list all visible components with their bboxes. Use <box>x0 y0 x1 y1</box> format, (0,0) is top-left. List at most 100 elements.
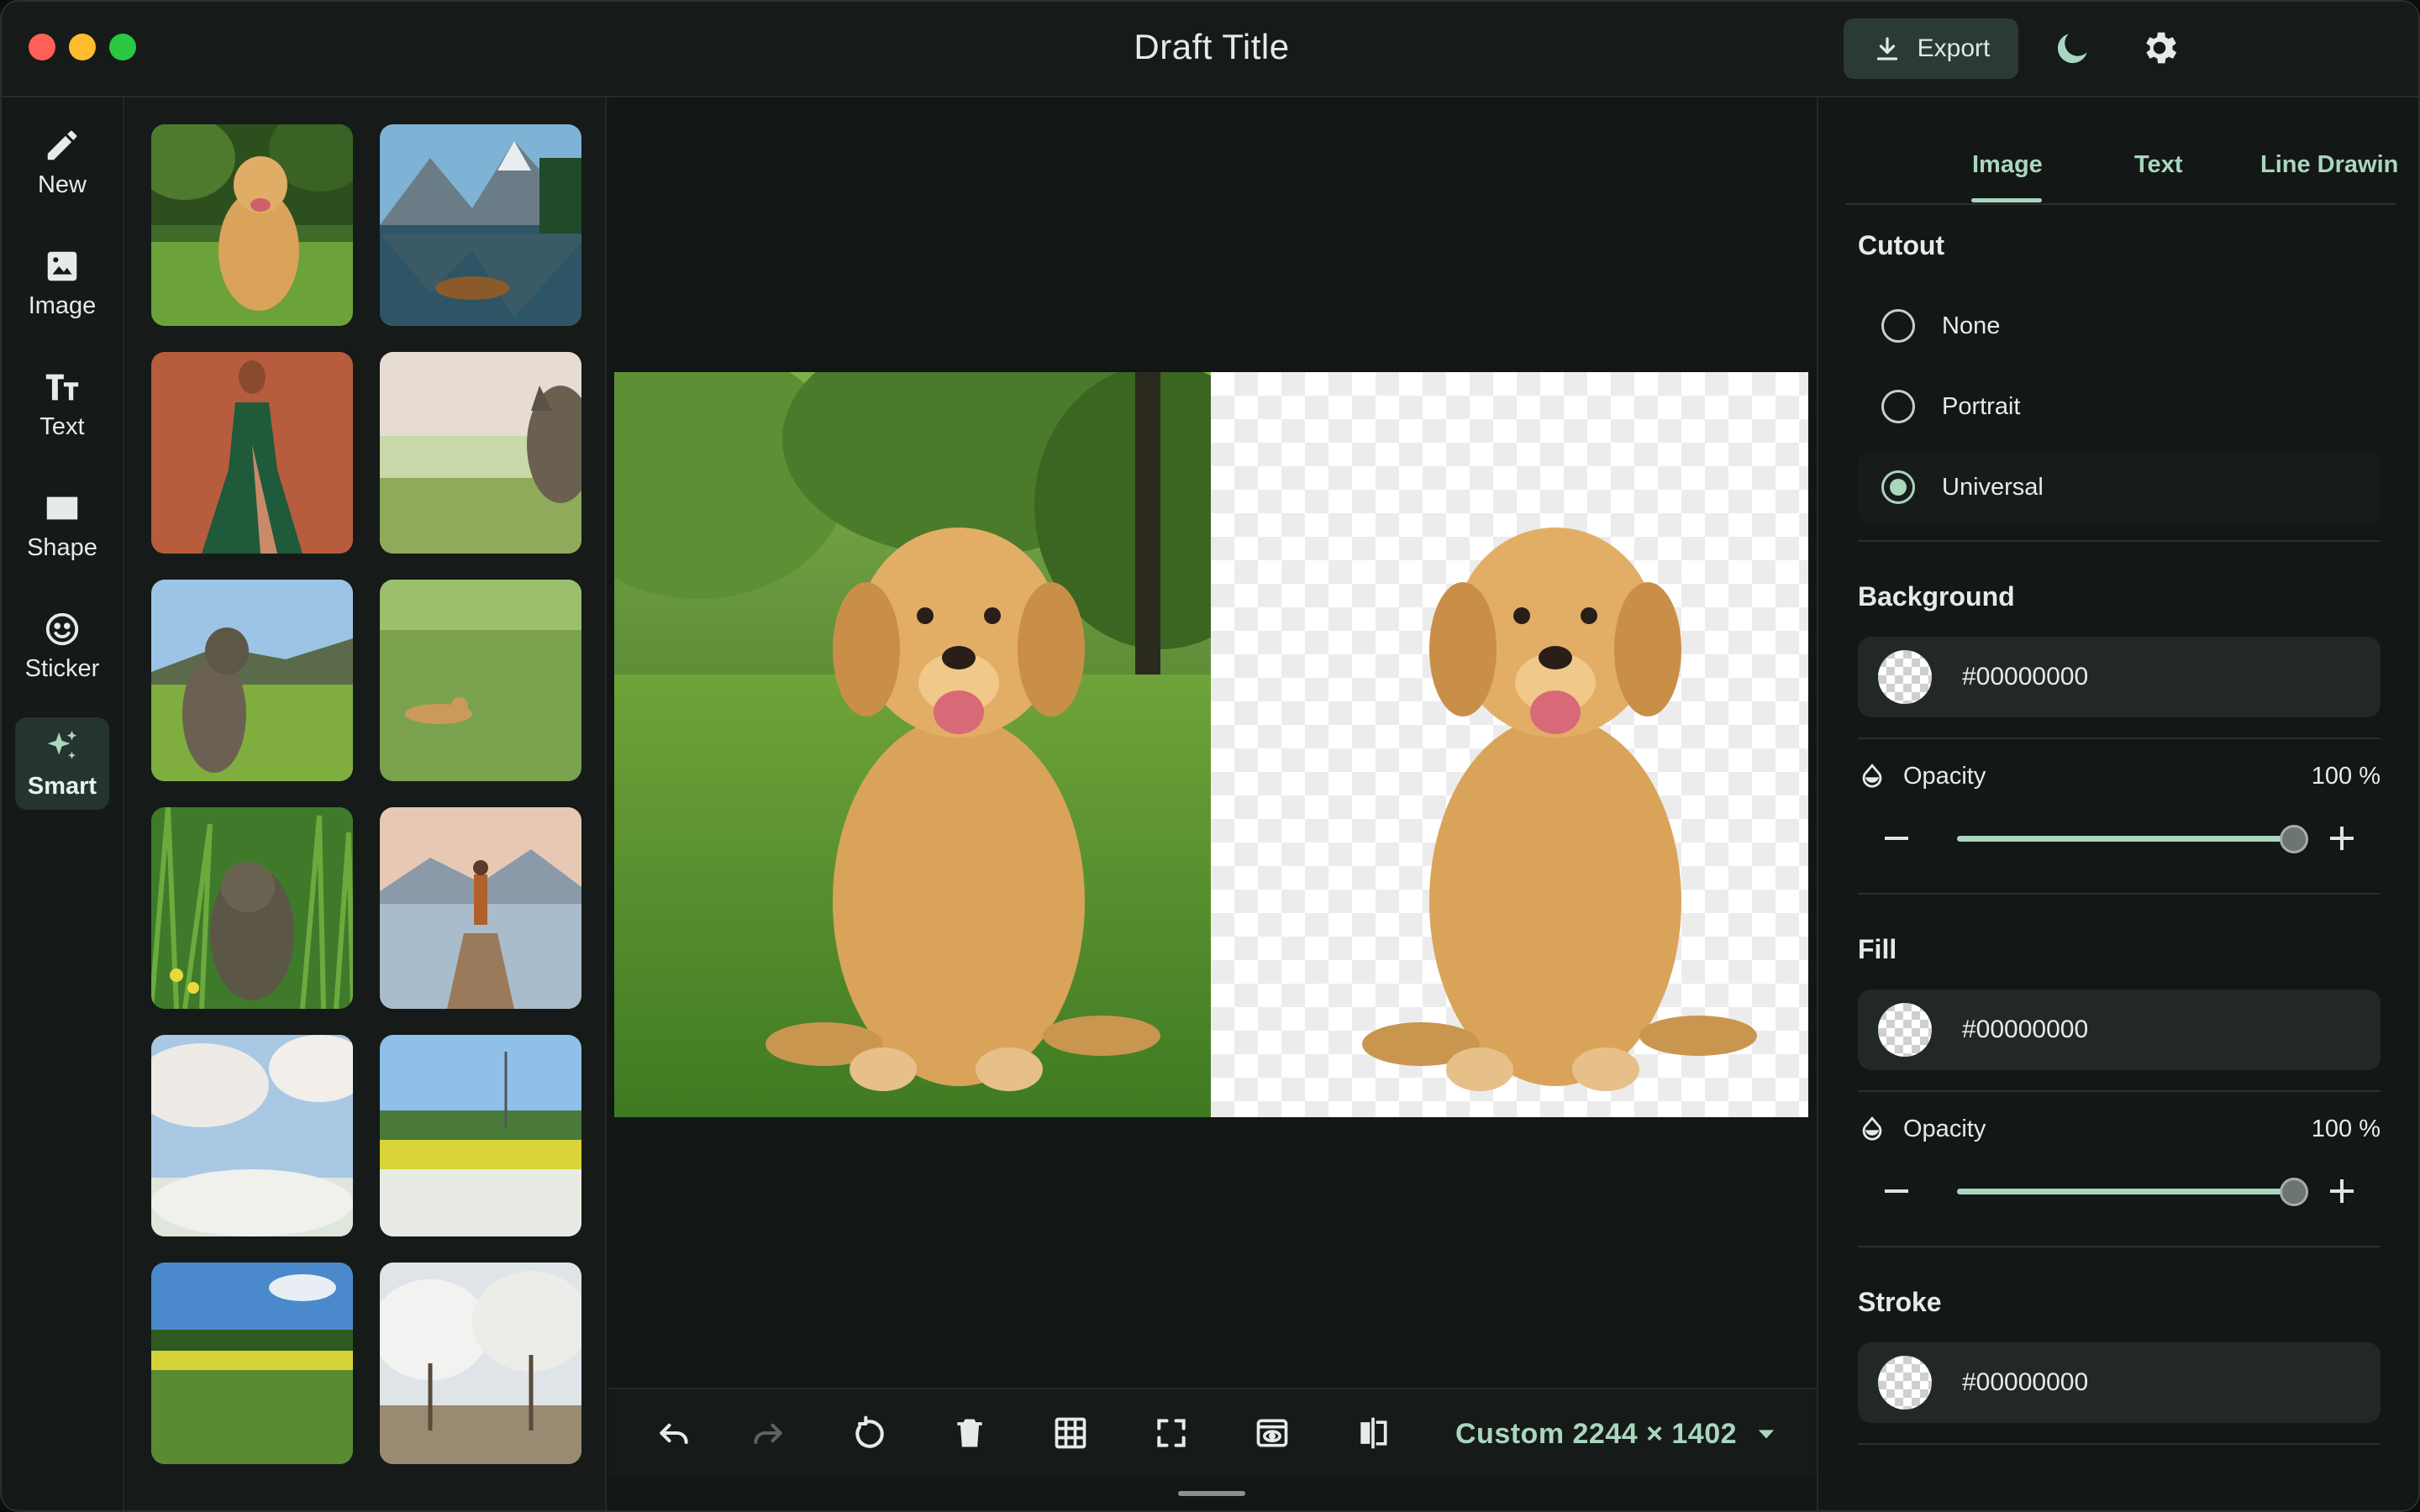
smiley-icon <box>45 612 79 645</box>
thumbnail-cat-profile[interactable] <box>380 352 581 554</box>
stroke-color-field[interactable]: #00000000 <box>1858 1342 2381 1423</box>
droplet-icon <box>1862 764 1882 788</box>
background-color-field[interactable]: #00000000 <box>1858 637 2381 717</box>
preview-icon <box>1256 1419 1288 1447</box>
delete-button[interactable] <box>951 1415 988 1452</box>
app-window: Draft Title Export New Image Text Shape … <box>0 0 2420 1512</box>
section-divider <box>1858 893 2381 895</box>
rail-item-label: Shape <box>27 533 97 561</box>
section-divider <box>1858 1443 2381 1445</box>
fill-color-field[interactable]: #00000000 <box>1858 990 2381 1070</box>
color-swatch[interactable] <box>1878 650 1932 704</box>
rail-item-image[interactable]: Image <box>15 237 109 329</box>
title-bar: Draft Title Export <box>2 2 2418 97</box>
minus-icon[interactable] <box>1876 818 1917 858</box>
section-divider <box>1858 1090 2381 1092</box>
thumbnail-cat-hillside[interactable] <box>151 580 353 781</box>
rail-item-sticker[interactable]: Sticker <box>15 600 109 692</box>
sparkles-icon <box>47 730 77 759</box>
radio-button-selected[interactable] <box>1881 470 1915 504</box>
rail-item-shape[interactable]: Shape <box>15 479 109 571</box>
option-label: Portrait <box>1942 392 2021 420</box>
color-swatch[interactable] <box>1878 1356 1932 1410</box>
plus-icon[interactable] <box>2322 1171 2362 1211</box>
rail-item-label: Text <box>39 412 85 440</box>
export-button[interactable]: Export <box>1844 18 2018 79</box>
opacity-value: 100 % <box>2311 762 2381 790</box>
fit-screen-button[interactable] <box>1153 1415 1190 1452</box>
document-title[interactable]: Draft Title <box>1044 27 1380 67</box>
slider-track[interactable] <box>1957 1189 2290 1194</box>
slider-track[interactable] <box>1957 836 2290 842</box>
rail-item-label: Image <box>28 291 97 319</box>
fill-section-title: Fill <box>1858 934 1897 964</box>
opacity-label: Opacity <box>1903 762 1986 790</box>
grid-button[interactable] <box>1052 1415 1089 1452</box>
thumbnail-lake-dock[interactable] <box>380 807 581 1009</box>
compare-button[interactable] <box>1355 1415 1392 1452</box>
section-divider <box>1858 540 2381 542</box>
rail-item-label: New <box>37 171 87 198</box>
fill-opacity-row: Opacity 100 % <box>1858 1110 2381 1147</box>
thumbnail-flower-field[interactable] <box>380 1035 581 1236</box>
text-icon <box>45 374 79 400</box>
original-image[interactable] <box>614 372 1211 1117</box>
rotate-icon <box>855 1415 884 1448</box>
cutout-section-title: Cutout <box>1858 230 1945 260</box>
cutout-option-none[interactable]: None <box>1858 290 2381 362</box>
background-opacity-slider[interactable] <box>1858 815 2381 862</box>
thumbnail-cherry-blossoms[interactable] <box>151 1035 353 1236</box>
thumbnail-cat-field[interactable] <box>380 580 581 781</box>
image-library <box>126 97 607 1510</box>
rail-item-smart[interactable]: Smart <box>15 717 109 810</box>
thumbnail-blossom-trees[interactable] <box>380 1263 581 1464</box>
tab-line-drawing[interactable]: Line Drawin <box>2260 151 2398 179</box>
slider-thumb[interactable] <box>2280 825 2308 853</box>
redo-icon <box>754 1423 782 1445</box>
preview-button[interactable] <box>1254 1415 1291 1452</box>
plus-icon[interactable] <box>2322 818 2362 858</box>
theme-toggle-button[interactable] <box>2052 27 2094 69</box>
thumbnail-green-field[interactable] <box>151 1263 353 1464</box>
pencil-icon <box>47 130 77 160</box>
rail-item-label: Smart <box>27 772 97 800</box>
image-icon <box>47 251 77 281</box>
canvas-size-select[interactable]: Custom 2244 × 1402 <box>1455 1415 1776 1453</box>
rail-item-new[interactable]: New <box>15 116 109 208</box>
color-value: #00000000 <box>1962 1016 2089 1043</box>
undo-button[interactable] <box>655 1415 692 1452</box>
redo-button[interactable] <box>750 1415 786 1452</box>
export-label: Export <box>1917 34 1991 62</box>
minimize-window-button[interactable] <box>69 34 96 60</box>
thumbnail-dog[interactable] <box>151 124 353 326</box>
radio-button[interactable] <box>1881 309 1915 343</box>
download-icon <box>1876 37 1897 60</box>
thumbnail-mountain-lake[interactable] <box>380 124 581 326</box>
thumbnail-cat-tall-grass[interactable] <box>151 807 353 1009</box>
settings-button[interactable] <box>2139 27 2181 69</box>
slider-thumb[interactable] <box>2280 1178 2308 1206</box>
active-tab-indicator <box>1971 198 2042 202</box>
cutout-option-universal[interactable]: Universal <box>1858 451 2381 523</box>
grid-icon <box>1055 1417 1086 1449</box>
color-value: #00000000 <box>1962 663 2089 690</box>
radio-button[interactable] <box>1881 390 1915 423</box>
thumbnail-green-dress[interactable] <box>151 352 353 554</box>
color-swatch[interactable] <box>1878 1003 1932 1057</box>
cutout-preview[interactable] <box>1211 372 1808 1117</box>
close-window-button[interactable] <box>29 34 55 60</box>
cutout-option-portrait[interactable]: Portrait <box>1858 370 2381 443</box>
resize-handle[interactable] <box>1178 1491 1245 1496</box>
fit-screen-icon <box>1157 1419 1186 1447</box>
rail-item-label: Sticker <box>24 654 100 682</box>
rotate-button[interactable] <box>850 1415 887 1452</box>
fill-opacity-slider[interactable] <box>1858 1168 2381 1215</box>
zoom-window-button[interactable] <box>109 34 136 60</box>
option-label: Universal <box>1942 473 2044 501</box>
tab-image[interactable]: Image <box>1972 151 2043 179</box>
rail-item-text[interactable]: Text <box>15 358 109 450</box>
trash-icon <box>957 1419 982 1447</box>
minus-icon[interactable] <box>1876 1171 1917 1211</box>
tab-text[interactable]: Text <box>2134 151 2182 179</box>
opacity-value: 100 % <box>2311 1115 2381 1142</box>
